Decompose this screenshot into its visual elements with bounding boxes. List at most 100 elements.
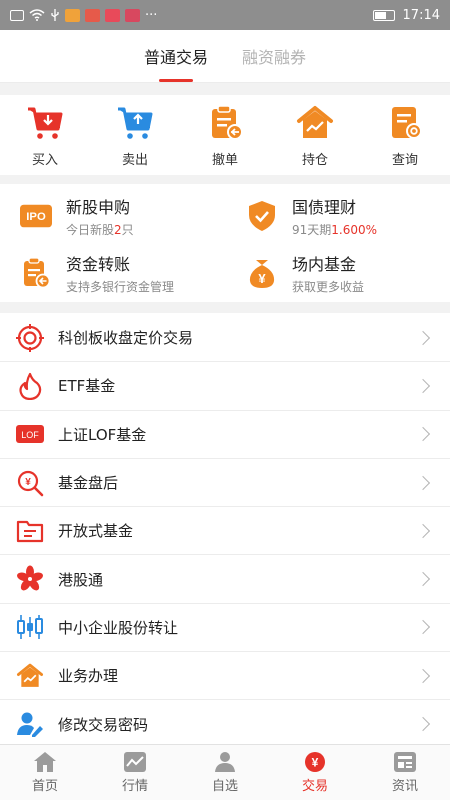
nav-trade[interactable]: ¥ 交易 bbox=[270, 745, 360, 800]
list-item-fund-after-hours[interactable]: ¥ 基金盘后 bbox=[0, 459, 450, 508]
chevron-right-icon bbox=[415, 475, 431, 490]
svg-text:¥: ¥ bbox=[312, 756, 319, 770]
quick-actions: 买入 卖出 撤单 持仓 查询 bbox=[0, 95, 450, 175]
list-item-hk-connect[interactable]: 港股通 bbox=[0, 555, 450, 604]
svg-text:¥: ¥ bbox=[25, 477, 31, 488]
cancel-order-label: 撤单 bbox=[211, 153, 238, 168]
clipboard-cancel-icon bbox=[212, 105, 243, 140]
buy-label: 买入 bbox=[31, 153, 58, 168]
user-icon bbox=[215, 752, 235, 772]
chevron-right-icon bbox=[415, 572, 431, 587]
list-item-label: 开放式基金 bbox=[58, 522, 134, 541]
list-item-open-fund[interactable]: 开放式基金 bbox=[0, 507, 450, 556]
wifi-icon bbox=[29, 9, 45, 21]
feature-subtitle: 91天期1.600% bbox=[292, 223, 378, 237]
chevron-right-icon bbox=[415, 668, 431, 683]
feature-title: 场内基金 bbox=[292, 255, 357, 274]
feature-grid: IPO 新股申购 今日新股2只 国债理财 91天期1.600% 资金转账 支持多… bbox=[0, 183, 450, 301]
svg-text:IPO: IPO bbox=[26, 211, 46, 223]
nav-label: 交易 bbox=[301, 779, 328, 794]
app-notification-icon bbox=[65, 8, 80, 22]
cart-up-icon bbox=[118, 107, 153, 139]
usb-icon bbox=[51, 9, 59, 21]
nav-watchlist[interactable]: 自选 bbox=[180, 745, 270, 800]
candlestick-icon bbox=[16, 613, 44, 641]
feature-subtitle: 获取更多收益 bbox=[292, 280, 365, 294]
nav-label: 首页 bbox=[31, 779, 58, 794]
app-notification-icon bbox=[85, 8, 100, 22]
tab-normal-trade[interactable]: 普通交易 bbox=[144, 36, 208, 76]
clipboard-transfer-icon bbox=[20, 257, 52, 289]
feature-title: 国债理财 bbox=[292, 198, 357, 217]
cart-down-icon bbox=[28, 107, 63, 139]
status-time: 17:14 bbox=[402, 7, 440, 23]
house-chart-icon bbox=[16, 662, 44, 690]
svg-text:LOF: LOF bbox=[21, 430, 39, 440]
trade-yen-icon: ¥ bbox=[305, 752, 325, 772]
app-notification-icon bbox=[125, 8, 140, 22]
trade-type-tabs: 普通交易 融资融券 bbox=[0, 30, 450, 82]
shield-check-icon bbox=[246, 200, 278, 232]
nav-home[interactable]: 首页 bbox=[0, 745, 90, 800]
list-item-label: 中小企业股份转让 bbox=[58, 618, 179, 637]
money-bag-icon: ¥ bbox=[246, 257, 278, 289]
nav-news[interactable]: 资讯 bbox=[360, 745, 450, 800]
chevron-right-icon bbox=[415, 523, 431, 538]
section-gap bbox=[0, 302, 450, 313]
house-chart-icon bbox=[297, 106, 333, 138]
document-search-icon bbox=[392, 107, 422, 139]
service-list: 科创板收盘定价交易 ETF基金 LOF 上证LOF基金 ¥ 基金盘后 开放式基金 bbox=[0, 314, 450, 749]
list-item-label: 科创板收盘定价交易 bbox=[58, 329, 194, 348]
nav-label: 自选 bbox=[211, 779, 238, 794]
user-edit-icon bbox=[16, 710, 44, 738]
feature-title: 资金转账 bbox=[66, 255, 131, 274]
list-item-label: 港股通 bbox=[58, 570, 104, 589]
list-item-label: 业务办理 bbox=[58, 667, 119, 686]
buy-button[interactable]: 买入 bbox=[0, 95, 90, 175]
flame-icon bbox=[16, 372, 44, 400]
chevron-right-icon bbox=[415, 378, 431, 394]
feature-subtitle: 支持多银行资金管理 bbox=[66, 280, 175, 294]
folder-icon bbox=[16, 517, 44, 545]
bottom-navigation: 首页 行情 自选 ¥ 交易 资讯 bbox=[0, 744, 450, 800]
status-bar: ··· 17:14 bbox=[0, 0, 450, 30]
list-item-business[interactable]: 业务办理 bbox=[0, 652, 450, 701]
sell-button[interactable]: 卖出 bbox=[90, 95, 180, 175]
fund-transfer[interactable]: 资金转账 支持多银行资金管理 bbox=[20, 245, 240, 301]
list-item-etf[interactable]: ETF基金 bbox=[0, 362, 450, 411]
notification-icon bbox=[10, 9, 24, 21]
position-label: 持仓 bbox=[301, 153, 328, 168]
feature-subtitle: 今日新股2只 bbox=[66, 223, 134, 237]
bauhinia-icon bbox=[16, 565, 44, 593]
sell-label: 卖出 bbox=[121, 153, 148, 168]
list-item-sme-share-transfer[interactable]: 中小企业股份转让 bbox=[0, 604, 450, 653]
chevron-right-icon bbox=[415, 427, 431, 442]
list-item-change-password[interactable]: 修改交易密码 bbox=[0, 700, 450, 749]
chevron-right-icon bbox=[415, 330, 431, 345]
status-icons: ··· bbox=[10, 8, 157, 23]
more-notifications-icon: ··· bbox=[145, 7, 158, 23]
chevron-right-icon bbox=[415, 620, 431, 635]
svg-text:¥: ¥ bbox=[258, 271, 266, 286]
nav-label: 资讯 bbox=[391, 779, 418, 794]
tab-margin-trade[interactable]: 融资融券 bbox=[242, 36, 306, 76]
home-icon bbox=[34, 752, 56, 772]
target-icon bbox=[16, 323, 44, 352]
chevron-right-icon bbox=[415, 716, 431, 732]
list-item-label: ETF基金 bbox=[58, 377, 116, 396]
list-item-lof[interactable]: LOF 上证LOF基金 bbox=[0, 411, 450, 459]
list-item-star-market[interactable]: 科创板收盘定价交易 bbox=[0, 314, 450, 363]
ipo-subscription[interactable]: IPO 新股申购 今日新股2只 bbox=[20, 188, 240, 244]
section-gap bbox=[0, 83, 450, 95]
exchange-fund[interactable]: ¥ 场内基金 获取更多收益 bbox=[246, 245, 450, 301]
treasury-bond[interactable]: 国债理财 91天期1.600% bbox=[246, 188, 450, 244]
query-button[interactable]: 查询 bbox=[360, 95, 450, 175]
feature-title: 新股申购 bbox=[66, 198, 131, 217]
app-notification-icon bbox=[105, 8, 120, 22]
cancel-order-button[interactable]: 撤单 bbox=[180, 95, 270, 175]
nav-market[interactable]: 行情 bbox=[90, 745, 180, 800]
magnifier-yen-icon: ¥ bbox=[16, 469, 44, 497]
position-button[interactable]: 持仓 bbox=[270, 95, 360, 175]
list-item-label: 上证LOF基金 bbox=[58, 425, 147, 444]
battery-icon bbox=[372, 9, 395, 21]
